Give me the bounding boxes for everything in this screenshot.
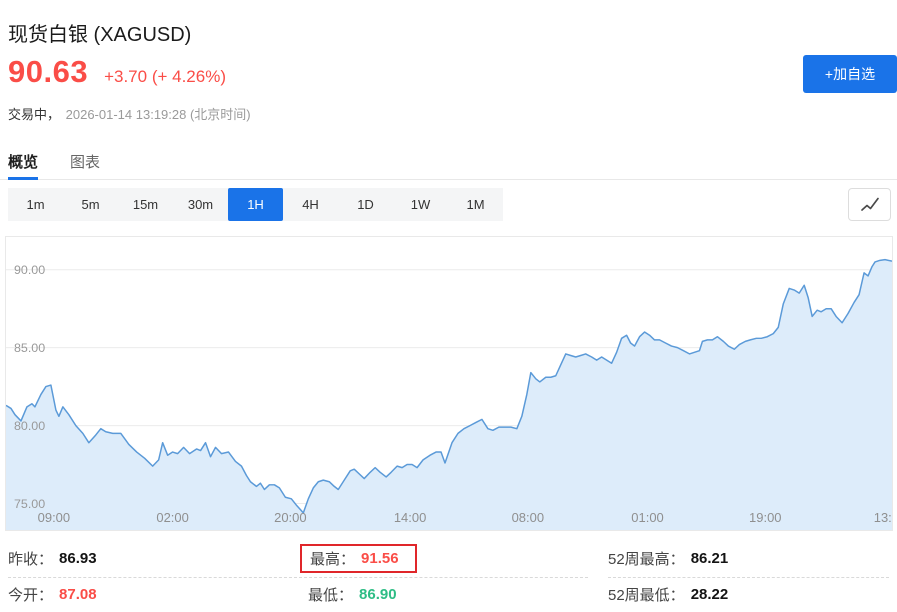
quote-timestamp: 2026-01-14 13:19:28 (北京时间) [66, 107, 251, 122]
y-axis-label: 85.00 [14, 341, 45, 355]
stat-label: 52周最低： [608, 584, 685, 605]
range-button-1d[interactable]: 1D [338, 188, 393, 221]
stat-label: 今开： [8, 584, 53, 605]
stats-panel: 昨收： 86.93 今开： 87.08 最高： 91.56 最低： 86.90 52周最高： 86… [8, 540, 889, 610]
y-axis-label: 80.00 [14, 419, 45, 433]
stat-week52-low: 52周最低： 28.22 [608, 584, 889, 605]
stat-label: 52周最高： [608, 548, 685, 569]
stat-label: 昨收： [8, 548, 53, 569]
y-axis-label: 75.00 [14, 497, 45, 511]
stats-divider [8, 577, 588, 578]
chart-type-button[interactable] [848, 188, 891, 221]
stat-value: 28.22 [691, 586, 729, 603]
range-button-1w[interactable]: 1W [393, 188, 448, 221]
x-axis-label: 20:00 [274, 510, 306, 525]
tab-chart-label: 图表 [70, 154, 100, 171]
range-button-1m[interactable]: 1m [8, 188, 63, 221]
x-axis-label: 02:00 [156, 510, 188, 525]
range-button-1m[interactable]: 1M [448, 188, 503, 221]
x-axis-label: 19:00 [749, 510, 781, 525]
x-axis-label: 13:00 [874, 510, 892, 525]
stat-value: 87.08 [59, 586, 97, 603]
x-axis-label: 01:00 [631, 510, 663, 525]
stat-label: 最高： [310, 548, 355, 569]
last-price: 90.63 [8, 54, 88, 90]
stat-prev-close: 昨收： 86.93 [8, 548, 308, 569]
tab-overview-label: 概览 [8, 154, 38, 171]
x-axis-label: 14:00 [394, 510, 426, 525]
price-chart-svg: 75.00 80.00 85.00 90.00 09:00 02:00 20:00 14:00… [6, 237, 892, 530]
trading-status: 交易中， [8, 107, 60, 122]
stat-label: 最低： [308, 584, 353, 605]
stat-value: 86.90 [359, 586, 397, 603]
quote-page: 现货白银 (XAGUSD) +加自选 90.63 +3.70 (+ 4.26%)… [0, 0, 897, 612]
range-button-5m[interactable]: 5m [63, 188, 118, 221]
tab-overview[interactable]: 概览 [8, 147, 38, 179]
stat-value: 86.93 [59, 550, 97, 567]
stats-grid: 昨收： 86.93 今开： 87.08 最高： 91.56 最低： 86.90 52周最高： 86… [8, 540, 889, 611]
range-toolbar: 1m5m15m30m1H4H1D1W1M [8, 188, 503, 221]
price-chart[interactable]: 75.00 80.00 85.00 90.00 09:00 02:00 20:00 14:00… [5, 236, 893, 531]
status-row: 交易中， 2026-01-14 13:19:28 (北京时间) [8, 104, 251, 123]
stat-low: 最低： 86.90 [308, 584, 608, 605]
view-tabs: 概览 图表 [0, 147, 897, 180]
page-title: 现货白银 (XAGUSD) [8, 18, 191, 47]
stat-week52-high: 52周最高： 86.21 [608, 548, 889, 569]
add-watchlist-button[interactable]: +加自选 [803, 55, 897, 93]
price-change: +3.70 (+ 4.26%) [104, 67, 226, 87]
y-axis-label: 90.00 [14, 263, 45, 277]
price-row: 90.63 +3.70 (+ 4.26%) [8, 54, 226, 90]
stat-value: 86.21 [691, 550, 729, 567]
stats-divider [608, 577, 889, 578]
x-axis-label: 08:00 [512, 510, 544, 525]
tab-chart[interactable]: 图表 [70, 147, 100, 179]
range-button-1h[interactable]: 1H [228, 188, 283, 221]
stat-open: 今开： 87.08 [8, 584, 308, 605]
line-chart-icon [859, 196, 881, 213]
chart-toolbar: 1m5m15m30m1H4H1D1W1M [8, 188, 891, 221]
x-axis-label: 09:00 [38, 510, 70, 525]
highlight-box: 最高： 91.56 [300, 544, 417, 573]
stat-value: 91.56 [361, 550, 399, 567]
stat-high: 最高： 91.56 [308, 544, 608, 573]
chart-area-fill [6, 260, 892, 530]
range-button-4h[interactable]: 4H [283, 188, 338, 221]
range-button-30m[interactable]: 30m [173, 188, 228, 221]
range-button-15m[interactable]: 15m [118, 188, 173, 221]
